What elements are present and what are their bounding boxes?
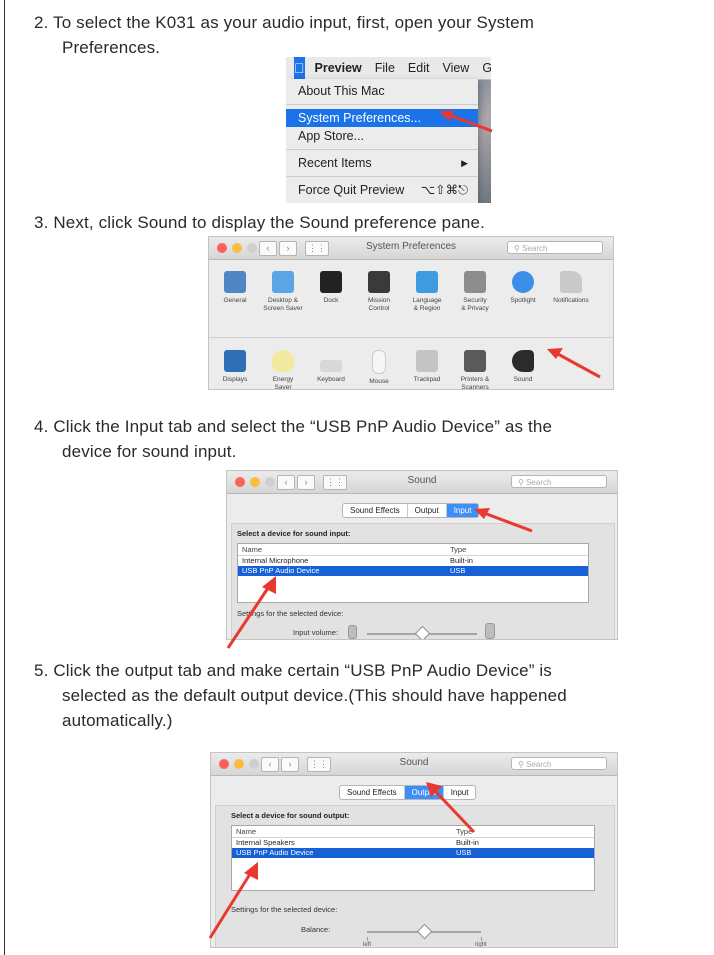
table-row-selected[interactable]: USB PnP Audio Device USB	[232, 848, 594, 858]
pref-mouse[interactable]: Mouse	[357, 350, 401, 389]
apple-menu: About This Mac System Preferences... App…	[286, 79, 478, 203]
table-row[interactable]: Internal Microphone Built-in	[238, 556, 588, 566]
menu-item-system-preferences[interactable]: System Preferences...	[286, 109, 478, 127]
pref-desktop[interactable]: Desktop & Screen Saver	[261, 271, 305, 313]
menu-bar:  Preview File Edit View Go	[286, 57, 491, 80]
search-input[interactable]: ⚲ Search	[511, 757, 607, 770]
menu-item-app-store[interactable]: App Store...	[286, 127, 478, 145]
pref-language[interactable]: Language & Region	[405, 271, 449, 313]
settings-label: Settings for the selected device:	[231, 905, 338, 914]
menu-screenshot:  Preview File Edit View Go About This M…	[286, 57, 491, 203]
dock-icon	[320, 271, 342, 293]
system-preferences-window: ‹ › ⋮⋮ System Preferences ⚲ Search Gener…	[208, 236, 614, 390]
tab-sound-effects[interactable]: Sound Effects	[343, 504, 408, 517]
desktop-icon	[272, 271, 294, 293]
balance-left-label: left	[363, 942, 372, 948]
globe-icon	[416, 271, 438, 293]
sound-input-window: ‹ › ⋮⋮ Sound ⚲ Search Sound Effects Outp…	[226, 470, 618, 640]
spotlight-icon	[512, 271, 534, 293]
menu-go[interactable]: Go	[482, 61, 491, 75]
step-5-text: 5. Click the output tab and make certain…	[34, 661, 567, 730]
menu-view[interactable]: View	[442, 61, 469, 75]
menu-file[interactable]: File	[375, 61, 395, 75]
pref-trackpad[interactable]: Trackpad	[405, 350, 449, 389]
lightbulb-icon	[272, 350, 294, 372]
title-bar: ‹ › ⋮⋮ System Preferences ⚲ Search	[209, 237, 613, 260]
pref-notifications[interactable]: Notifications	[549, 271, 593, 313]
balance-right-label: right	[475, 942, 487, 948]
menu-separator	[286, 149, 478, 150]
apple-icon[interactable]: 	[294, 57, 305, 79]
menu-item-force-quit[interactable]: Force Quit Preview ⌥⇧⌘⎋	[286, 181, 478, 199]
trackpad-icon	[416, 350, 438, 372]
microphone-low-icon	[348, 625, 357, 639]
pref-dock[interactable]: Dock	[309, 271, 353, 313]
microphone-high-icon	[485, 623, 495, 639]
menu-edit[interactable]: Edit	[408, 61, 430, 75]
table-row[interactable]: Internal Speakers Built-in	[232, 838, 594, 848]
select-device-label: Select a device for sound input:	[237, 529, 351, 538]
output-device-list[interactable]: Name Type Internal Speakers Built-in USB P…	[231, 825, 595, 891]
notifications-icon	[560, 271, 582, 293]
search-input[interactable]: ⚲ Search	[507, 241, 603, 254]
input-volume-label: Input volume:	[293, 628, 339, 637]
menu-separator	[286, 104, 478, 105]
pref-sound[interactable]: Sound	[501, 350, 545, 389]
tab-sound-effects[interactable]: Sound Effects	[340, 786, 405, 799]
mouse-icon	[372, 350, 386, 374]
prefs-row-2: Displays Energy Saver Keyboard Mouse Tra…	[209, 337, 613, 389]
pref-energy[interactable]: Energy Saver	[261, 350, 305, 389]
list-header: Name Type	[238, 544, 588, 556]
menu-preview[interactable]: Preview	[315, 61, 362, 75]
pref-security[interactable]: Security & Privacy	[453, 271, 497, 313]
prefs-row-1: General Desktop & Screen Saver Dock Miss…	[209, 271, 613, 313]
tab-output[interactable]: Output	[404, 786, 444, 799]
table-row-selected[interactable]: USB PnP Audio Device USB	[238, 566, 588, 576]
list-header: Name Type	[232, 826, 594, 838]
title-bar: ‹ › ⋮⋮ Sound ⚲ Search	[211, 753, 617, 776]
pref-displays[interactable]: Displays	[213, 350, 257, 389]
submenu-arrow-icon: ▶	[461, 158, 468, 168]
input-device-list[interactable]: Name Type Internal Microphone Built-in USB…	[237, 543, 589, 603]
sound-tabs: Sound Effects Output Input	[339, 785, 477, 800]
displays-icon	[224, 350, 246, 372]
step-4-text: 4. Click the Input tab and select the “U…	[34, 417, 553, 461]
keyboard-icon	[320, 360, 342, 372]
speaker-icon	[512, 350, 534, 372]
settings-label: Settings for the selected device:	[237, 609, 344, 618]
sound-output-window: ‹ › ⋮⋮ Sound ⚲ Search Sound Effects Outp…	[210, 752, 618, 948]
title-bar: ‹ › ⋮⋮ Sound ⚲ Search	[227, 471, 617, 494]
pref-mission-control[interactable]: Mission Control	[357, 271, 401, 313]
sound-tabs: Sound Effects Output Input	[342, 503, 480, 518]
menu-item-recent-items[interactable]: Recent Items ▶	[286, 154, 478, 172]
tab-output[interactable]: Output	[408, 504, 447, 517]
pref-printers[interactable]: Printers & Scanners	[453, 350, 497, 389]
slider-tick	[481, 937, 482, 941]
menu-separator	[286, 176, 478, 177]
tab-input[interactable]: Input	[444, 786, 476, 799]
select-device-label: Select a device for sound output:	[231, 811, 350, 820]
step-2-text: 2. To select the K031 as your audio inpu…	[34, 13, 535, 57]
slider-tick	[367, 937, 368, 941]
pref-keyboard[interactable]: Keyboard	[309, 350, 353, 389]
tab-input[interactable]: Input	[446, 504, 479, 517]
mission-control-icon	[368, 271, 390, 293]
search-input[interactable]: ⚲ Search	[511, 475, 607, 488]
pref-spotlight[interactable]: Spotlight	[501, 271, 545, 313]
force-quit-shortcut: ⌥⇧⌘⎋	[420, 183, 468, 197]
general-icon	[224, 271, 246, 293]
printer-icon	[464, 350, 486, 372]
pref-general[interactable]: General	[213, 271, 257, 313]
step-3-text: 3. Next, click Sound to display the Soun…	[34, 213, 485, 232]
balance-label: Balance:	[301, 925, 331, 934]
menu-item-about[interactable]: About This Mac	[286, 82, 478, 100]
security-icon	[464, 271, 486, 293]
